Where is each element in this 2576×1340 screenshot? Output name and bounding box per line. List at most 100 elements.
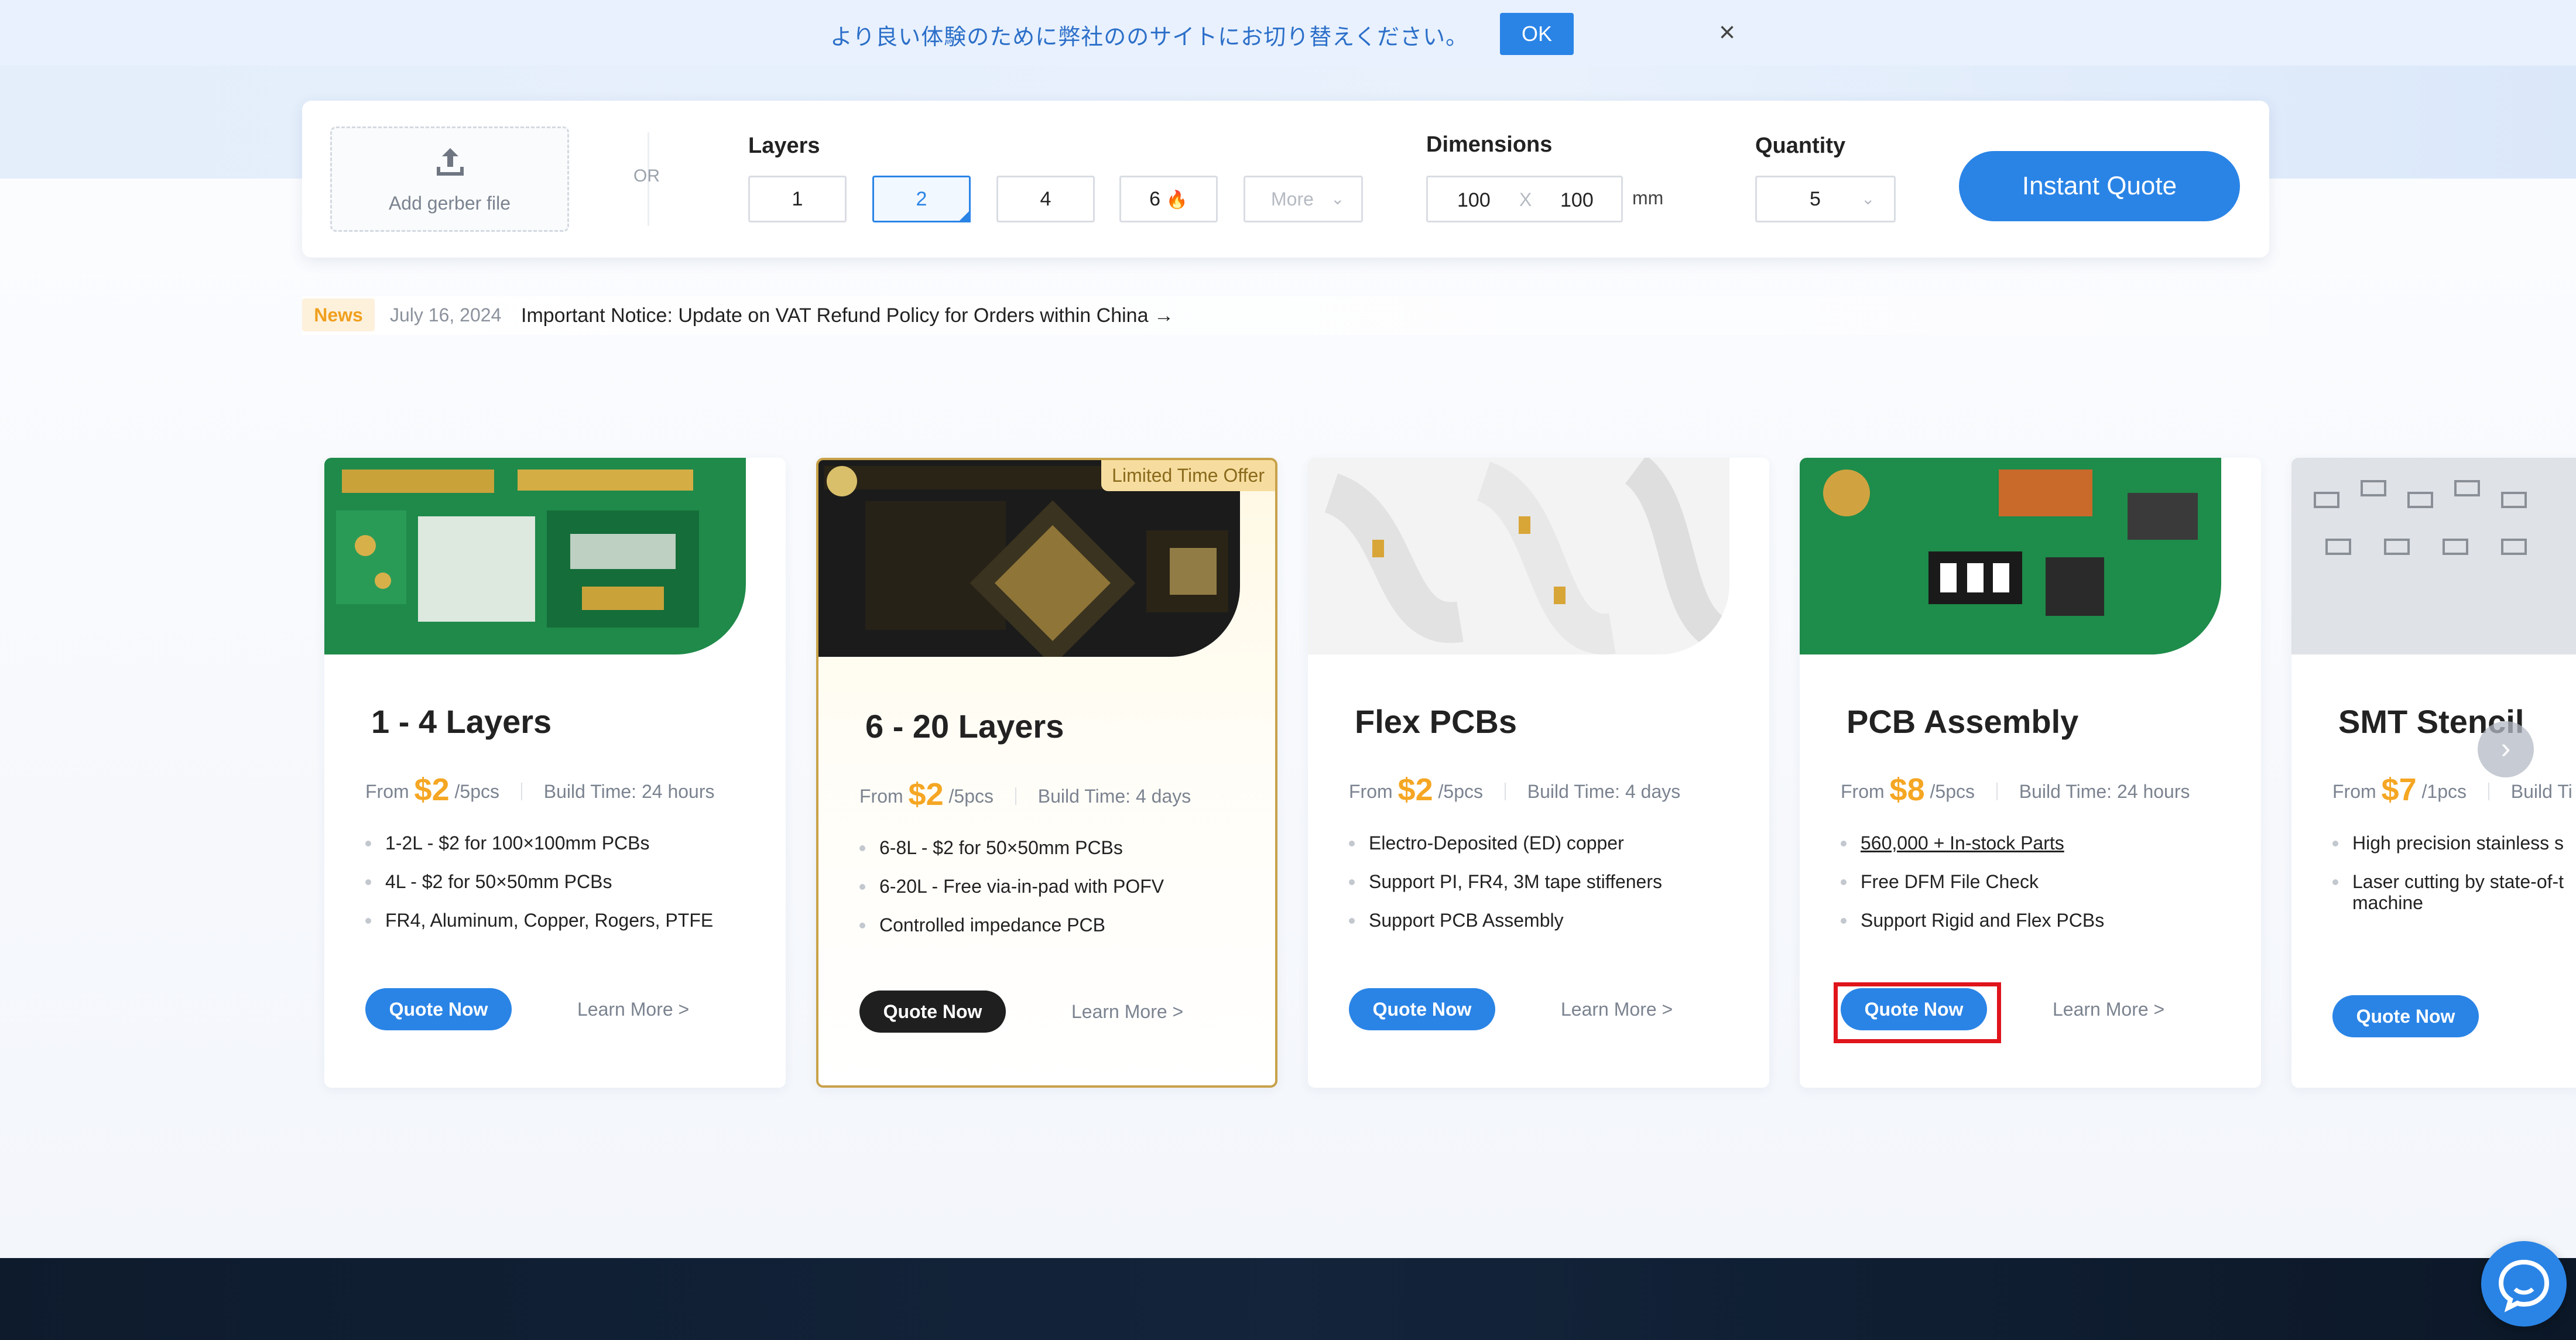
instant-quote-button[interactable]: Instant Quote	[1959, 151, 2240, 221]
or-label: OR	[633, 166, 660, 186]
more-layers-select[interactable]: More ⌄	[1244, 176, 1363, 222]
price-from-label: From	[859, 786, 903, 807]
feature-item: FR4, Aluminum, Copper, Rogers, PTFE	[365, 910, 775, 931]
price-unit: /5pcs	[1930, 781, 1975, 802]
news-bar: News July 16, 2024 Important Notice: Upd…	[302, 296, 2269, 335]
build-time: Build Time: 24 hours	[543, 781, 715, 802]
language-ok-button[interactable]: OK	[1500, 13, 1574, 55]
feature-list: High precision stainless s Laser cutting…	[2332, 832, 2576, 931]
dimension-unit: mm	[1632, 187, 1664, 208]
quote-panel: Add gerber file OR Layers 1 2 4 6 🔥 More…	[302, 101, 2269, 258]
price-unit: /5pcs	[1438, 781, 1483, 802]
quantity-value: 5	[1810, 188, 1821, 210]
layer-option-2[interactable]: 2	[872, 176, 971, 222]
feature-item: Controlled impedance PCB	[859, 914, 1269, 935]
chat-bubble-icon	[2498, 1259, 2550, 1312]
price-from-label: From	[1841, 781, 1885, 802]
limited-offer-tag: Limited Time Offer	[1101, 460, 1275, 491]
divider	[1996, 783, 1998, 800]
feature-item: Support PI, FR4, 3M tape stiffeners	[1349, 871, 1759, 892]
feature-item: 6-8L - $2 for 50×50mm PCBs	[859, 837, 1269, 858]
in-stock-parts-link[interactable]: 560,000 + In-stock Parts	[1841, 832, 2250, 854]
quote-now-button[interactable]: Quote Now	[1349, 988, 1495, 1030]
dimension-height-input[interactable]: 100	[1560, 189, 1594, 212]
close-icon[interactable]: ×	[1715, 18, 1739, 48]
price-value: $2	[414, 772, 450, 807]
product-card-smt-stencil: SMT Stencil From $7 /1pcs Build Ti High …	[2291, 458, 2576, 1088]
feature-list: 6-8L - $2 for 50×50mm PCBs 6-20L - Free …	[859, 837, 1269, 953]
layer-option-1[interactable]: 1	[748, 176, 847, 222]
quote-now-button[interactable]: Quote Now	[365, 988, 512, 1030]
price-from-label: From	[365, 781, 409, 802]
upload-gerber-dropzone[interactable]: Add gerber file	[330, 126, 569, 232]
feature-list: 560,000 + In-stock Parts Free DFM File C…	[1841, 832, 2250, 948]
price-row: From $8 /5pcs Build Time: 24 hours	[1841, 772, 2190, 808]
product-card-flex-pcbs: Flex PCBs From $2 /5pcs Build Time: 4 da…	[1308, 458, 1769, 1088]
layer-option-2-label: 2	[916, 187, 927, 210]
language-banner: より良い体験のために弊社ののサイトにお切り替えください。 OK ×	[0, 0, 2576, 66]
feature-item: Support Rigid and Flex PCBs	[1841, 910, 2250, 931]
price-value: $7	[2381, 772, 2417, 807]
quantity-select[interactable]: 5 ⌄	[1755, 176, 1896, 222]
price-row: From $7 /1pcs Build Ti	[2332, 772, 2572, 808]
learn-more-link[interactable]: Learn More >	[2053, 999, 2164, 1020]
card-title: PCB Assembly	[1847, 703, 2079, 740]
dimension-width-input[interactable]: 100	[1457, 189, 1491, 212]
price-from-label: From	[2332, 781, 2376, 802]
layer-option-6[interactable]: 6 🔥	[1119, 176, 1218, 222]
feature-item: Support PCB Assembly	[1349, 910, 1759, 931]
feature-list: Electro-Deposited (ED) copper Support PI…	[1349, 832, 1759, 948]
product-card-1-4-layers: 1 - 4 Layers From $2 /5pcs Build Time: 2…	[324, 458, 786, 1088]
news-date: July 16, 2024	[390, 304, 502, 325]
selected-corner-icon	[958, 210, 971, 222]
price-unit: /5pcs	[948, 786, 994, 807]
news-badge: News	[302, 299, 375, 331]
learn-more-link[interactable]: Learn More >	[1071, 1001, 1183, 1023]
more-layers-label: More	[1271, 189, 1314, 210]
hot-flame-icon: 🔥	[1166, 190, 1188, 210]
price-row: From $2 /5pcs Build Time: 4 days	[859, 776, 1191, 813]
upload-icon	[437, 148, 464, 176]
build-time: Build Time: 4 days	[1037, 786, 1191, 807]
card-title: 1 - 4 Layers	[371, 703, 552, 740]
quantity-title: Quantity	[1755, 133, 1846, 158]
build-time: Build Time: 4 days	[1527, 781, 1681, 802]
card-title: 6 - 20 Layers	[865, 708, 1064, 745]
language-banner-message: より良い体験のために弊社ののサイトにお切り替えください。	[830, 25, 1469, 50]
quote-now-button[interactable]: Quote Now	[2332, 995, 2479, 1037]
price-value: $8	[1889, 772, 1925, 807]
dimensions-input-group: 100 X 100	[1426, 176, 1623, 222]
footer-section	[0, 1258, 2576, 1340]
feature-item: Electro-Deposited (ED) copper	[1349, 832, 1759, 854]
highlight-box	[1834, 982, 2001, 1043]
product-card-6-20-layers: Limited Time Offer 6 - 20 Layers From $2…	[816, 458, 1277, 1088]
feature-item: Laser cutting by state-of-t machine	[2332, 871, 2576, 913]
layer-option-4[interactable]: 4	[996, 176, 1095, 222]
news-link[interactable]: Important Notice: Update on VAT Refund P…	[521, 304, 1174, 327]
price-from-label: From	[1349, 781, 1393, 802]
dimensions-title: Dimensions	[1426, 132, 1553, 157]
divider	[2488, 783, 2489, 800]
price-unit: /5pcs	[454, 781, 499, 802]
learn-more-link[interactable]: Learn More >	[1561, 999, 1673, 1020]
chevron-down-icon: ⌄	[1861, 190, 1875, 208]
feature-item: High precision stainless s	[2332, 832, 2576, 854]
carousel-next-arrow-icon[interactable]: ›	[2478, 721, 2534, 777]
chevron-down-icon: ⌄	[1331, 190, 1345, 208]
layers-title: Layers	[748, 133, 820, 158]
layer-option-6-label: 6	[1149, 187, 1161, 210]
pcb-assembly-image	[1800, 458, 2221, 654]
divider	[520, 783, 522, 800]
feature-item: Free DFM File Check	[1841, 871, 2250, 892]
pcb-green-image	[324, 458, 746, 654]
learn-more-link[interactable]: Learn More >	[577, 999, 689, 1020]
chat-widget-button[interactable]	[2481, 1241, 2567, 1327]
feature-list: 1-2L - $2 for 100×100mm PCBs 4L - $2 for…	[365, 832, 775, 948]
flex-pcb-image	[1308, 458, 1729, 654]
quote-now-button[interactable]: Quote Now	[859, 991, 1006, 1033]
price-unit: /1pcs	[2421, 781, 2467, 802]
build-time: Build Time: 24 hours	[2019, 781, 2190, 802]
build-time: Build Ti	[2510, 781, 2572, 802]
card-title: Flex PCBs	[1355, 703, 1517, 740]
feature-item: 4L - $2 for 50×50mm PCBs	[365, 871, 775, 892]
